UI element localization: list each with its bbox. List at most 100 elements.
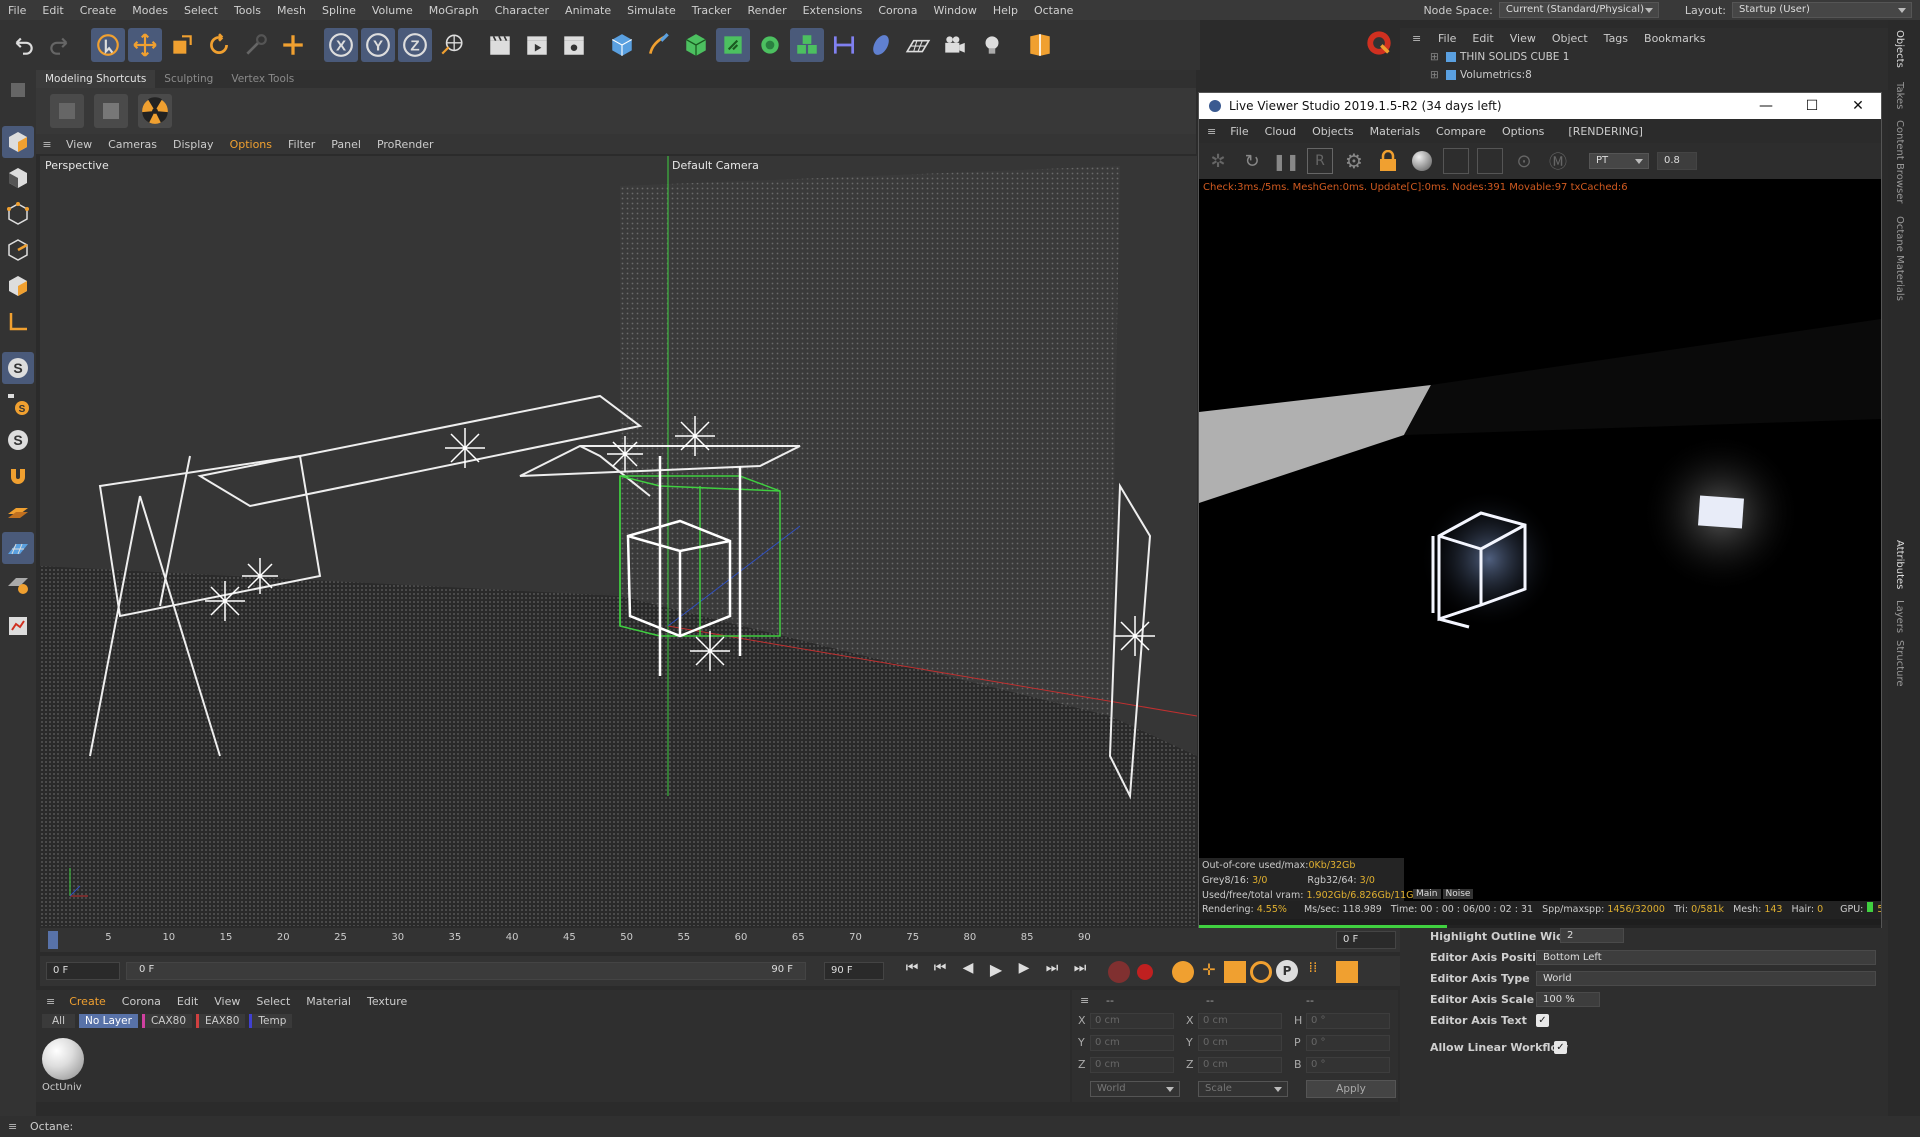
- region-icon[interactable]: R: [1307, 148, 1333, 174]
- material-ball-icon[interactable]: [1409, 148, 1435, 174]
- layer-tab-no-layer[interactable]: No Layer: [79, 1014, 138, 1028]
- live-selection-button[interactable]: [91, 28, 125, 62]
- edges-mode-button[interactable]: [2, 234, 34, 266]
- deformer-button[interactable]: [827, 28, 861, 62]
- render-to-picture-viewer-button[interactable]: [520, 28, 554, 62]
- side-tab-structure[interactable]: Structure: [1894, 640, 1905, 687]
- playhead[interactable]: [48, 931, 58, 949]
- perspective-viewport[interactable]: Perspective Default Camera: [40, 156, 1197, 926]
- lvs-menu-options[interactable]: Options: [1494, 125, 1552, 138]
- menu-select[interactable]: Select: [176, 4, 226, 17]
- viewport-menu-filter[interactable]: Filter: [280, 138, 323, 151]
- menu-tracker[interactable]: Tracker: [684, 4, 740, 17]
- menu-help[interactable]: Help: [985, 4, 1026, 17]
- redo-button[interactable]: [43, 28, 77, 62]
- tab-vertex-tools[interactable]: Vertex Tools: [222, 70, 303, 88]
- cube-button[interactable]: [605, 28, 639, 62]
- object-menu-file[interactable]: File: [1430, 32, 1464, 45]
- material-menu-edit[interactable]: Edit: [169, 995, 206, 1008]
- key-position-icon[interactable]: ✛: [1198, 960, 1220, 982]
- go-to-start-icon[interactable]: ⏮: [900, 960, 924, 982]
- move-button[interactable]: [128, 28, 162, 62]
- prev-key-icon[interactable]: ⏮: [928, 960, 952, 982]
- send-scene-icon[interactable]: ✲: [1205, 148, 1231, 174]
- menu-animate[interactable]: Animate: [557, 4, 619, 17]
- material-swatch[interactable]: OctUniv: [42, 1038, 86, 1096]
- autokey-icon[interactable]: [1134, 961, 1156, 983]
- position-y-field[interactable]: 0 cm: [1090, 1035, 1174, 1051]
- recent-tool-button[interactable]: [239, 28, 273, 62]
- record-icon[interactable]: [1108, 961, 1130, 983]
- editor-axis-text-checkbox[interactable]: ✓: [1536, 1014, 1549, 1027]
- mograph-button[interactable]: [790, 28, 824, 62]
- default-camera-label[interactable]: Default Camera: [672, 159, 759, 172]
- rotation-b-field[interactable]: 0 °: [1306, 1057, 1390, 1073]
- layer-tab-all[interactable]: All: [42, 1014, 76, 1028]
- frame-range-slider[interactable]: 0 F 90 F: [126, 962, 806, 980]
- play-icon[interactable]: ▶: [984, 960, 1008, 982]
- viewport-menu-display[interactable]: Display: [165, 138, 222, 151]
- viewport-menu-cameras[interactable]: Cameras: [100, 138, 165, 151]
- layer-tab-temp[interactable]: Temp: [249, 1014, 293, 1028]
- side-tab-takes[interactable]: Takes: [1894, 82, 1905, 109]
- key-scale-icon[interactable]: [1224, 961, 1246, 983]
- allow-linear-workflow-checkbox[interactable]: ✓: [1554, 1041, 1567, 1054]
- cloner-button[interactable]: [753, 28, 787, 62]
- layout-dropdown[interactable]: Startup (User): [1732, 2, 1912, 18]
- start-frame-field[interactable]: 0 F: [46, 962, 120, 980]
- object-menu-tags[interactable]: Tags: [1596, 32, 1636, 45]
- side-tab-layers[interactable]: Layers: [1894, 600, 1905, 633]
- render-view-button[interactable]: [483, 28, 517, 62]
- menu-volume[interactable]: Volume: [364, 4, 421, 17]
- current-frame-field[interactable]: 0 F: [1336, 931, 1396, 949]
- lock-icon[interactable]: [1375, 148, 1401, 174]
- viewport-menu-view[interactable]: View: [58, 138, 100, 151]
- menu-create[interactable]: Create: [72, 4, 125, 17]
- viewport-menu-panel[interactable]: Panel: [323, 138, 369, 151]
- coord-hamburger-icon[interactable]: ≡: [1080, 994, 1089, 1007]
- minimize-icon[interactable]: —: [1743, 93, 1789, 119]
- kernel-value-field[interactable]: 0.8: [1657, 152, 1697, 170]
- coord-world-dropdown[interactable]: World: [1090, 1081, 1180, 1097]
- polygons-mode-button[interactable]: [2, 270, 34, 302]
- z-axis-button[interactable]: Z: [398, 28, 432, 62]
- restart-icon[interactable]: ↻: [1239, 148, 1265, 174]
- timeline-window-icon[interactable]: [1336, 961, 1358, 983]
- menu-render[interactable]: Render: [739, 4, 794, 17]
- snap-button[interactable]: S: [2, 352, 34, 384]
- go-to-end-icon[interactable]: ⏭: [1068, 960, 1092, 982]
- material-menu-create[interactable]: Create: [61, 995, 114, 1008]
- workplane-grid-button[interactable]: [2, 532, 34, 564]
- end-frame-field[interactable]: 90 F: [824, 962, 884, 980]
- points-mode-button[interactable]: [2, 198, 34, 230]
- material-hamburger-icon[interactable]: ≡: [46, 995, 55, 1008]
- menu-character[interactable]: Character: [487, 4, 557, 17]
- keyframe-selection-icon[interactable]: [1172, 961, 1194, 983]
- camera-button[interactable]: [938, 28, 972, 62]
- coord-scale-dropdown[interactable]: Scale: [1198, 1081, 1288, 1097]
- highlight-outline-width-field[interactable]: 2: [1560, 928, 1624, 943]
- editor-axis-type-dropdown[interactable]: World: [1536, 971, 1876, 986]
- light-button[interactable]: [975, 28, 1009, 62]
- x-axis-button[interactable]: X: [324, 28, 358, 62]
- layer-tab-cax80[interactable]: CAX80: [141, 1014, 193, 1028]
- side-tab-objects[interactable]: Objects: [1894, 30, 1905, 68]
- side-tab-octane-materials[interactable]: Octane Materials: [1894, 216, 1905, 301]
- material-menu-material[interactable]: Material: [298, 995, 359, 1008]
- menu-corona[interactable]: Corona: [870, 4, 925, 17]
- lvs-menu-objects[interactable]: Objects: [1304, 125, 1362, 138]
- status-hamburger-icon[interactable]: ≡: [8, 1120, 17, 1133]
- lvs-menu-compare[interactable]: Compare: [1428, 125, 1494, 138]
- snap-settings-button[interactable]: S: [2, 388, 34, 420]
- extrude-button[interactable]: [716, 28, 750, 62]
- menu-tools[interactable]: Tools: [226, 4, 269, 17]
- lvs-hamburger-icon[interactable]: ≡: [1207, 125, 1216, 138]
- render-settings-button[interactable]: [557, 28, 591, 62]
- viewport-menu-options[interactable]: Options: [222, 138, 280, 151]
- settings-gear-icon[interactable]: ⚙: [1341, 148, 1367, 174]
- field-button[interactable]: [864, 28, 898, 62]
- render-tab-noise[interactable]: Noise: [1442, 889, 1474, 899]
- object-hamburger-icon[interactable]: ≡: [1412, 32, 1421, 45]
- floor-button[interactable]: [901, 28, 935, 62]
- clay-mode-icon[interactable]: [1443, 148, 1469, 174]
